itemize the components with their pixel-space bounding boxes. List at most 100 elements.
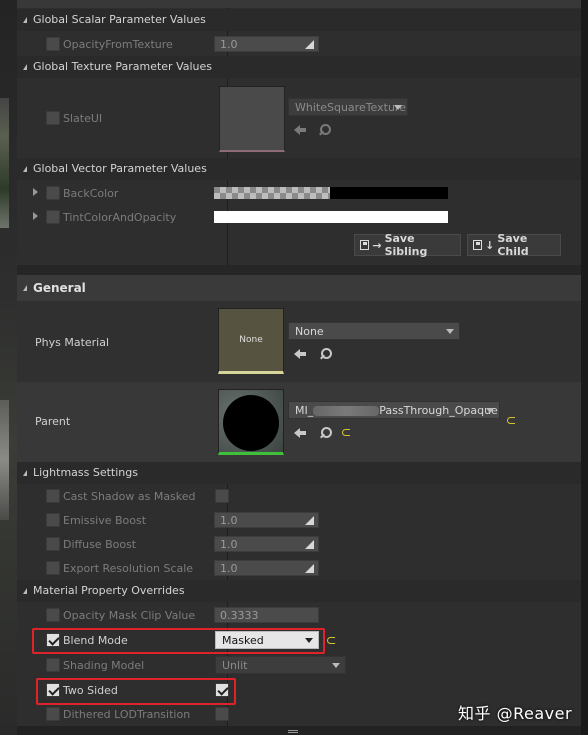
parent-asset-picker[interactable]: MI_ PassThrough_Opaque xyxy=(288,401,500,419)
chevron-down-icon xyxy=(446,329,454,334)
category-title: Material Property Overrides xyxy=(33,584,185,597)
use-selected-arrow-icon[interactable] xyxy=(294,428,306,438)
browse-search-icon[interactable] xyxy=(319,427,332,439)
property-label: Parent xyxy=(35,415,71,428)
category-global-vector[interactable]: Global Vector Parameter Values xyxy=(17,158,581,180)
override-checkbox[interactable] xyxy=(46,489,60,503)
browse-search-icon[interactable] xyxy=(318,124,331,136)
override-checkbox[interactable] xyxy=(46,608,60,622)
category-title: Global Texture Parameter Values xyxy=(33,60,213,73)
category-lightmass[interactable]: Lightmass Settings xyxy=(17,462,581,484)
use-selected-arrow-icon[interactable] xyxy=(294,125,306,135)
override-checkbox[interactable] xyxy=(46,561,60,575)
property-label: SlateUI xyxy=(63,112,103,125)
save-sibling-button[interactable]: → Save Sibling xyxy=(354,232,461,258)
override-checkbox[interactable] xyxy=(46,111,60,125)
drag-handle-icon[interactable] xyxy=(305,564,314,573)
category-title: General xyxy=(33,281,86,295)
back-color-swatch[interactable] xyxy=(214,187,448,199)
override-checkbox[interactable] xyxy=(46,37,60,51)
export-resolution-scale-input[interactable]: 1.0 xyxy=(214,560,319,576)
thumbnail-caption: None xyxy=(239,335,263,345)
reset-to-default-icon[interactable] xyxy=(507,417,515,424)
collapse-arrow-icon[interactable] xyxy=(23,16,27,23)
category-title: Lightmass Settings xyxy=(33,466,138,479)
reset-to-default-icon[interactable] xyxy=(327,637,335,644)
chevron-down-icon xyxy=(486,408,494,413)
property-label: Diffuse Boost xyxy=(63,538,137,551)
top-header-cut xyxy=(17,0,581,8)
reset-to-default-icon[interactable] xyxy=(342,429,350,436)
slate-ui-asset-picker[interactable]: WhiteSquareTexture xyxy=(288,98,408,116)
property-row-cast-shadow-as-masked: Cast Shadow as Masked xyxy=(17,484,581,508)
property-label: BackColor xyxy=(63,187,119,200)
category-title: Global Vector Parameter Values xyxy=(33,162,207,175)
property-row-shading-model: Shading Model Unlit xyxy=(17,653,581,677)
drag-handle-icon[interactable] xyxy=(305,516,314,525)
property-label: Phys Material xyxy=(35,336,110,349)
override-checkbox[interactable] xyxy=(46,210,60,224)
category-general[interactable]: General xyxy=(17,275,581,301)
watermark: 知乎 @Reaver xyxy=(458,704,573,723)
property-label: Dithered LODTransition xyxy=(63,708,191,721)
details-panel: Global Scalar Parameter Values OpacityFr… xyxy=(17,0,581,735)
opacity-from-texture-input[interactable]: 1.0 xyxy=(214,36,319,52)
override-checkbox[interactable] xyxy=(46,658,60,672)
annotation-highlight-two-sided xyxy=(36,678,236,705)
property-row-diffuse-boost: Diffuse Boost 1.0 xyxy=(17,532,581,556)
browse-search-icon[interactable] xyxy=(319,348,332,360)
save-child-button[interactable]: ↓ Save Child xyxy=(467,232,561,258)
bottom-bar xyxy=(17,726,581,735)
collapse-arrow-icon[interactable] xyxy=(23,165,27,172)
property-label: Shading Model xyxy=(63,659,145,672)
collapse-arrow-icon[interactable] xyxy=(23,63,27,70)
override-checkbox[interactable] xyxy=(46,186,60,200)
annotation-highlight-blend-mode xyxy=(32,628,325,654)
property-row-phys-material: Phys Material None None xyxy=(17,301,581,382)
chevron-down-icon xyxy=(394,105,402,110)
window-edge xyxy=(581,0,588,735)
category-global-texture[interactable]: Global Texture Parameter Values xyxy=(17,56,581,78)
property-label: TintColorAndOpacity xyxy=(63,211,177,224)
emissive-boost-input[interactable]: 1.0 xyxy=(214,512,319,528)
texture-thumbnail[interactable] xyxy=(219,86,285,152)
category-title: Global Scalar Parameter Values xyxy=(33,13,206,26)
override-checkbox[interactable] xyxy=(46,707,60,721)
collapse-arrow-icon[interactable] xyxy=(23,285,27,291)
drag-handle-icon[interactable] xyxy=(305,540,314,549)
expand-arrow-icon[interactable] xyxy=(33,188,38,196)
collapse-arrow-icon[interactable] xyxy=(23,587,27,594)
shading-model-dropdown[interactable]: Unlit xyxy=(215,656,346,674)
use-selected-arrow-icon[interactable] xyxy=(294,349,306,359)
tint-color-swatch[interactable] xyxy=(214,211,448,223)
property-row-export-resolution-scale: Export Resolution Scale 1.0 xyxy=(17,556,581,580)
blurred-text xyxy=(313,406,380,416)
diffuse-boost-input[interactable]: 1.0 xyxy=(214,536,319,552)
dithered-lod-checkbox[interactable] xyxy=(215,707,229,721)
collapse-arrow-icon[interactable] xyxy=(23,469,27,476)
parent-material-thumbnail[interactable] xyxy=(218,389,284,455)
property-row-opacity-mask-clip: Opacity Mask Clip Value 0.3333 xyxy=(17,603,581,627)
property-row-parent: Parent MI_ PassThrough_Opaque xyxy=(17,382,581,462)
drag-handle-icon[interactable] xyxy=(305,40,314,49)
property-row-opacity-from-texture: OpacityFromTexture 1.0 xyxy=(17,32,581,56)
expand-arrow-icon[interactable] xyxy=(33,212,38,220)
viewport-background xyxy=(0,98,9,228)
phys-material-asset-picker[interactable]: None xyxy=(288,322,460,340)
viewport-background-lower xyxy=(0,400,9,520)
save-icon xyxy=(360,240,370,250)
override-checkbox[interactable] xyxy=(46,513,60,527)
opacity-mask-clip-input[interactable]: 0.3333 xyxy=(214,607,319,623)
property-label: Export Resolution Scale xyxy=(63,562,194,575)
category-material-overrides[interactable]: Material Property Overrides xyxy=(17,580,581,602)
cast-shadow-as-masked-checkbox[interactable] xyxy=(215,489,229,503)
phys-material-thumbnail[interactable]: None xyxy=(218,308,284,374)
property-label: Cast Shadow as Masked xyxy=(63,490,196,503)
save-icon xyxy=(473,240,483,250)
resize-grip-icon[interactable] xyxy=(288,728,298,735)
property-row-back-color: BackColor xyxy=(17,181,581,205)
category-global-scalar[interactable]: Global Scalar Parameter Values xyxy=(17,9,581,31)
property-label: OpacityFromTexture xyxy=(63,38,173,51)
override-checkbox[interactable] xyxy=(46,537,60,551)
material-preview-sphere xyxy=(223,395,279,451)
